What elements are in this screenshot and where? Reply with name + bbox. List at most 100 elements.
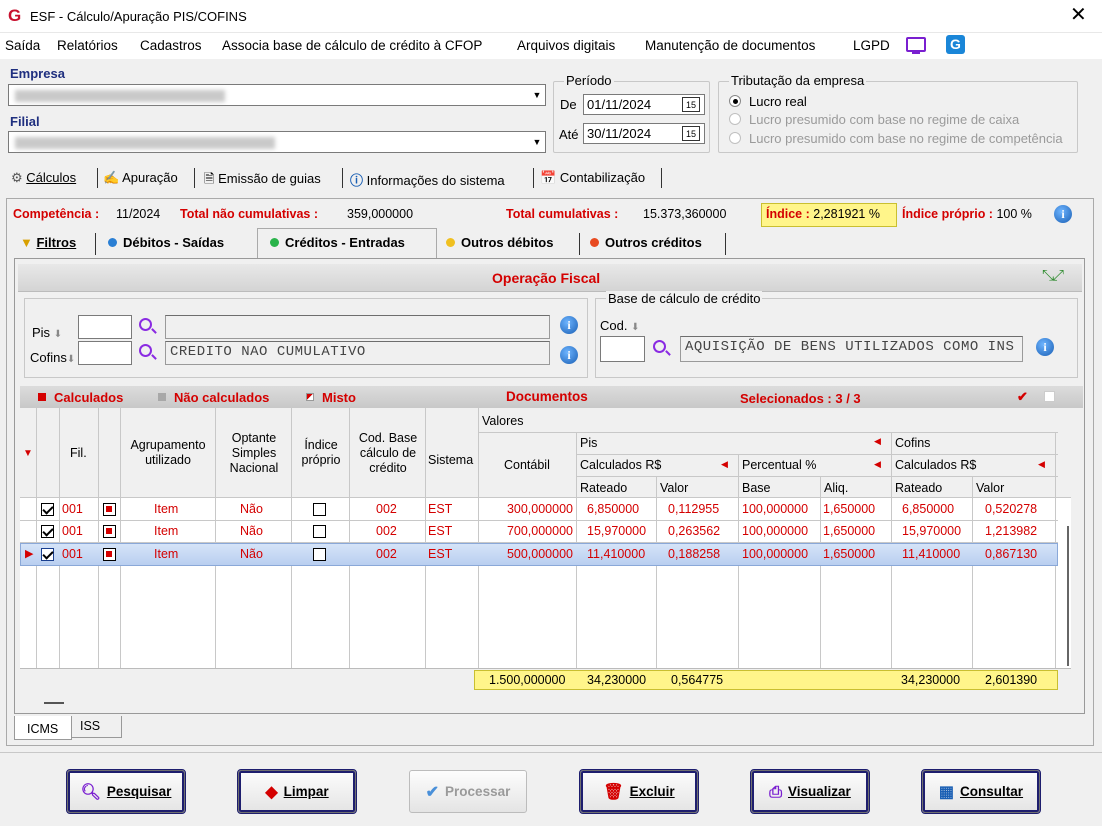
cell-sistema: EST bbox=[428, 524, 453, 538]
col-cofins: Cofins bbox=[895, 436, 931, 450]
vertical-scrollbar[interactable] bbox=[1067, 408, 1083, 670]
cofins-code-input[interactable] bbox=[78, 341, 132, 365]
pis-code-input[interactable] bbox=[78, 315, 132, 339]
col-pis-rateado[interactable]: Rateado bbox=[580, 481, 627, 495]
eraser-icon: ◆ bbox=[265, 784, 278, 801]
collapse-left-icon[interactable]: ◀ bbox=[721, 459, 728, 470]
processar-button[interactable]: ✔ Processar bbox=[409, 770, 527, 813]
cofins-label-text: Cofins bbox=[30, 350, 67, 365]
info-icon[interactable]: i bbox=[1036, 338, 1054, 356]
menu-associa-base[interactable]: Associa base de cálculo de crédito à CFO… bbox=[222, 38, 482, 53]
menu-cadastros[interactable]: Cadastros bbox=[140, 38, 202, 53]
indice-value: 2,281921 % bbox=[813, 207, 880, 221]
tab-iss[interactable]: ISS bbox=[72, 716, 122, 738]
calendar-icon[interactable]: 15 bbox=[682, 97, 700, 112]
tab-outros-debitos[interactable]: Outros débitos bbox=[446, 235, 553, 250]
col-cofins-rateado[interactable]: Rateado bbox=[895, 481, 942, 495]
pis-label-text: Pis bbox=[32, 325, 51, 340]
close-icon[interactable]: ✕ bbox=[1070, 5, 1087, 25]
row-checkbox[interactable] bbox=[41, 548, 54, 561]
filial-combo[interactable]: ▼ bbox=[8, 131, 546, 153]
col-fil[interactable]: Fil. bbox=[70, 446, 87, 460]
tab-creditos-entradas[interactable]: Créditos - Entradas bbox=[257, 228, 437, 258]
limpar-button[interactable]: ◆ Limpar bbox=[237, 769, 357, 814]
tab-informacoes[interactable]: ⓘ Informações do sistema bbox=[350, 170, 505, 189]
base-code-input[interactable] bbox=[600, 336, 645, 362]
cell-contabil: 500,000000 bbox=[506, 547, 573, 561]
collapse-left-icon[interactable]: ◀ bbox=[874, 436, 881, 447]
indice-proprio-checkbox[interactable] bbox=[313, 525, 326, 538]
current-row-icon: ▶ bbox=[25, 548, 34, 560]
horizontal-scroll-indicator[interactable] bbox=[44, 702, 64, 704]
pesquisar-button[interactable]: 🔍︎ Pesquisar bbox=[66, 769, 186, 814]
menu-lgpd[interactable]: LGPD bbox=[853, 38, 890, 53]
tab-divider bbox=[579, 233, 580, 255]
g-app-icon[interactable]: G bbox=[946, 35, 965, 54]
tab-filtros-label: Filtros bbox=[36, 235, 77, 250]
col-base[interactable]: Base bbox=[742, 481, 771, 495]
tab-apuracao[interactable]: ✍ Apuração bbox=[103, 170, 178, 186]
uncheck-all-icon[interactable] bbox=[1044, 391, 1055, 402]
expand-icon[interactable]: ⤡⤢ bbox=[1042, 267, 1064, 284]
col-contabil[interactable]: Contábil bbox=[504, 458, 550, 472]
calendar-icon[interactable]: 15 bbox=[682, 126, 700, 141]
tab-filtros[interactable]: ▼ Filtros bbox=[20, 235, 76, 250]
tab-calculos[interactable]: ⚙ Cálculos bbox=[11, 170, 76, 186]
row-checkbox[interactable] bbox=[41, 525, 54, 538]
row-checkbox[interactable] bbox=[41, 503, 54, 516]
title-bar: G ESF - Cálculo/Apuração PIS/COFINS ✕ bbox=[0, 0, 1102, 33]
indice-proprio-checkbox[interactable] bbox=[313, 503, 326, 516]
cell-cod: 002 bbox=[376, 524, 397, 538]
cofins-label: Cofins⬇ bbox=[30, 350, 76, 365]
col-aliq[interactable]: Aliq. bbox=[824, 481, 848, 495]
visualizar-button[interactable]: ⎙ Visualizar bbox=[750, 769, 870, 814]
tab-contabilizacao[interactable]: 📅 Contabilização bbox=[540, 170, 645, 186]
col-sistema[interactable]: Sistema bbox=[428, 453, 473, 467]
tab-outros-creditos[interactable]: Outros créditos bbox=[590, 235, 702, 250]
tab-emissao-guias[interactable]: 🗎 Emissão de guias bbox=[204, 170, 321, 192]
search-icon[interactable] bbox=[139, 344, 152, 357]
col-cofins-valor[interactable]: Valor bbox=[976, 481, 1004, 495]
totals-bar: 1.500,000000 34,230000 0,564775 34,23000… bbox=[474, 670, 1058, 690]
table-row[interactable]: 001 Item Não 002 EST 700,000000 15,97000… bbox=[20, 521, 1058, 542]
legend-nao-calculados: Não calculados bbox=[158, 390, 269, 405]
radio-presumido-caixa[interactable] bbox=[729, 113, 741, 125]
cell-pis-valor: 0,112955 bbox=[668, 502, 720, 516]
monitor-icon[interactable] bbox=[906, 37, 926, 54]
col-cofins-calc: Calculados R$ bbox=[895, 458, 977, 472]
col-cod-base[interactable]: Cod. Base cálculo de crédito bbox=[352, 431, 424, 476]
tab-icms[interactable]: ICMS bbox=[14, 716, 72, 740]
info-icon[interactable]: i bbox=[1054, 205, 1072, 223]
chevron-down-icon[interactable]: ▼ bbox=[529, 132, 545, 152]
table-row[interactable]: 001 Item Não 002 EST 300,000000 6,850000… bbox=[20, 499, 1058, 520]
radio-lucro-real[interactable] bbox=[729, 95, 741, 107]
sort-down-icon[interactable]: ▼ bbox=[23, 448, 33, 459]
tab-debitos-saidas[interactable]: Débitos - Saídas bbox=[108, 235, 224, 250]
indice-proprio-checkbox[interactable] bbox=[313, 548, 326, 561]
tab-divider bbox=[661, 168, 662, 188]
menu-relatorios[interactable]: Relatórios bbox=[57, 38, 118, 53]
collapse-left-icon[interactable]: ◀ bbox=[874, 459, 881, 470]
col-optante[interactable]: Optante Simples Nacional bbox=[218, 431, 290, 476]
check-all-icon[interactable]: ✔ bbox=[1017, 389, 1028, 405]
scrollbar-thumb[interactable] bbox=[1067, 526, 1069, 666]
info-icon[interactable]: i bbox=[560, 346, 578, 364]
empresa-combo[interactable]: ▼ bbox=[8, 84, 546, 106]
col-indice-proprio[interactable]: Índice próprio bbox=[295, 438, 347, 468]
consultar-button[interactable]: ▦ Consultar bbox=[921, 769, 1041, 814]
chevron-down-icon[interactable]: ▼ bbox=[529, 85, 545, 105]
col-agrupamento[interactable]: Agrupamento utilizado bbox=[124, 438, 212, 468]
menu-manutencao[interactable]: Manutenção de documentos bbox=[645, 38, 815, 53]
collapse-left-icon[interactable]: ◀ bbox=[1038, 459, 1045, 470]
pesquisar-label: Pesquisar bbox=[106, 784, 172, 799]
cell-optante: Não bbox=[240, 502, 263, 516]
menu-arquivos-digitais[interactable]: Arquivos digitais bbox=[517, 38, 615, 53]
menu-saida[interactable]: Saída bbox=[5, 38, 40, 53]
excluir-button[interactable]: 🗑︎ Excluir bbox=[579, 769, 699, 814]
search-icon[interactable] bbox=[653, 340, 666, 353]
search-icon[interactable] bbox=[139, 318, 152, 331]
table-row-selected[interactable]: ▶ 001 Item Não 002 EST 500,000000 11,410… bbox=[20, 543, 1058, 566]
radio-presumido-competencia[interactable] bbox=[729, 132, 741, 144]
col-pis-valor[interactable]: Valor bbox=[660, 481, 688, 495]
info-icon[interactable]: i bbox=[560, 316, 578, 334]
